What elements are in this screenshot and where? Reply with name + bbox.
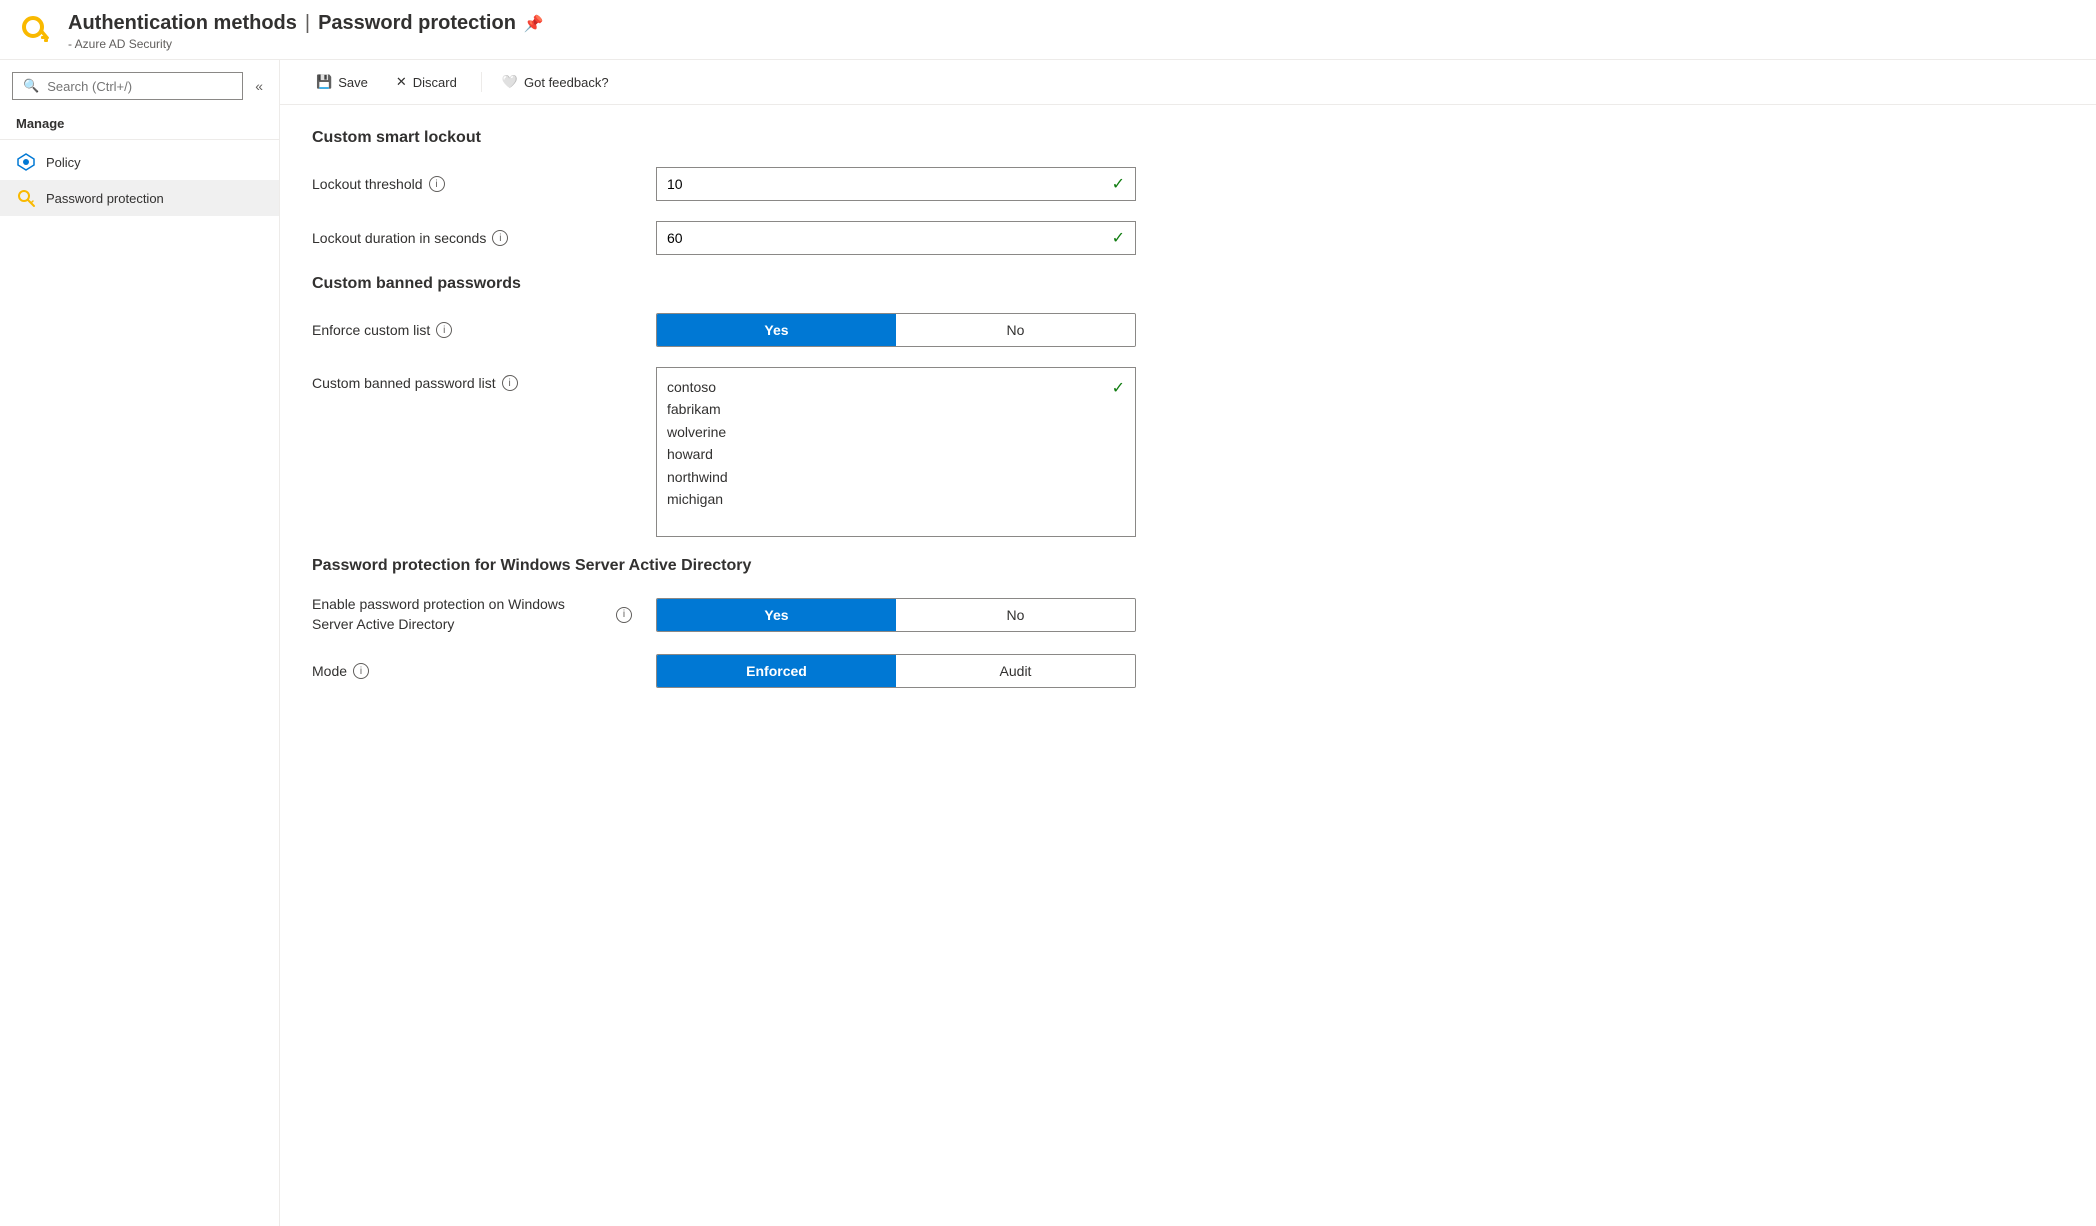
sidebar-manage-label: Manage <box>0 108 279 140</box>
header: Authentication methods | Password protec… <box>0 0 2096 60</box>
custom-banned-passwords-title: Custom banned passwords <box>312 275 1248 293</box>
lockout-duration-control: ✓ <box>656 221 1136 255</box>
content-area: 💾 Save ✕ Discard 🤍 Got feedback? Custom … <box>280 60 2096 1226</box>
feedback-label: Got feedback? <box>524 75 609 90</box>
enforce-custom-list-label: Enforce custom list i <box>312 322 632 338</box>
sidebar: 🔍 « Manage Policy <box>0 60 280 1226</box>
main-layout: 🔍 « Manage Policy <box>0 60 2096 1226</box>
mode-control: Enforced Audit <box>656 654 1136 688</box>
pin-icon[interactable]: 📌 <box>524 14 544 34</box>
lockout-duration-input-wrapper: ✓ <box>656 221 1136 255</box>
lockout-threshold-row: Lockout threshold i ✓ <box>312 167 1248 201</box>
policy-icon <box>16 152 36 172</box>
content-body: Custom smart lockout Lockout threshold i… <box>280 105 1280 732</box>
lockout-threshold-info-icon[interactable]: i <box>429 176 445 192</box>
lockout-duration-input[interactable] <box>667 230 1104 246</box>
lockout-threshold-check: ✓ <box>1112 174 1125 194</box>
lockout-duration-check: ✓ <box>1112 228 1125 248</box>
banned-password-list-check: ✓ <box>1112 378 1125 398</box>
enforce-custom-list-row: Enforce custom list i Yes No <box>312 313 1248 347</box>
sidebar-item-policy-label: Policy <box>46 155 81 170</box>
collapse-sidebar-button[interactable]: « <box>251 74 267 98</box>
list-item: northwind <box>667 466 1104 488</box>
banned-password-list-row: Custom banned password list i contoso fa… <box>312 367 1248 537</box>
list-item: wolverine <box>667 421 1104 443</box>
header-title-block: Authentication methods | Password protec… <box>68 12 544 51</box>
search-box-wrapper: 🔍 <box>12 72 243 100</box>
mode-label: Mode i <box>312 663 632 679</box>
toolbar: 💾 Save ✕ Discard 🤍 Got feedback? <box>280 60 2096 105</box>
save-button[interactable]: 💾 Save <box>304 68 380 96</box>
header-separator: | <box>305 12 310 35</box>
enforce-custom-list-toggle: Yes No <box>656 313 1136 347</box>
enable-windows-protection-row: Enable password protection on Windows Se… <box>312 595 1248 634</box>
mode-info-icon[interactable]: i <box>353 663 369 679</box>
banned-password-list-info-icon[interactable]: i <box>502 375 518 391</box>
lockout-duration-info-icon[interactable]: i <box>492 230 508 246</box>
discard-icon: ✕ <box>396 74 407 90</box>
feedback-icon: 🤍 <box>502 74 518 90</box>
header-page-name: Password protection <box>318 12 516 35</box>
enforce-custom-list-control: Yes No <box>656 313 1136 347</box>
discard-label: Discard <box>413 75 457 90</box>
app-container: Authentication methods | Password protec… <box>0 0 2096 1226</box>
custom-smart-lockout-title: Custom smart lockout <box>312 129 1248 147</box>
search-icon: 🔍 <box>23 78 39 94</box>
save-icon: 💾 <box>316 74 332 90</box>
enable-windows-protection-label: Enable password protection on Windows Se… <box>312 595 632 634</box>
toolbar-separator <box>481 72 482 92</box>
password-protection-icon <box>16 188 36 208</box>
mode-toggle: Enforced Audit <box>656 654 1136 688</box>
lockout-threshold-label: Lockout threshold i <box>312 176 632 192</box>
banned-password-list-label: Custom banned password list i <box>312 367 632 391</box>
mode-audit-button[interactable]: Audit <box>896 655 1135 687</box>
enable-windows-protection-no-button[interactable]: No <box>896 599 1135 631</box>
sidebar-item-password-protection[interactable]: Password protection <box>0 180 279 216</box>
enforce-custom-list-yes-button[interactable]: Yes <box>657 314 896 346</box>
list-item: contoso <box>667 376 1104 398</box>
banned-password-list-control: contoso fabrikam wolverine howard northw… <box>656 367 1136 537</box>
mode-row: Mode i Enforced Audit <box>312 654 1248 688</box>
banned-password-list-content: contoso fabrikam wolverine howard northw… <box>667 376 1104 510</box>
mode-enforced-button[interactable]: Enforced <box>657 655 896 687</box>
enable-windows-protection-info-icon[interactable]: i <box>616 607 632 623</box>
windows-protection-title: Password protection for Windows Server A… <box>312 557 1248 575</box>
sidebar-item-policy[interactable]: Policy <box>0 144 279 180</box>
lockout-threshold-control: ✓ <box>656 167 1136 201</box>
header-subtitle: - Azure AD Security <box>68 37 544 51</box>
save-label: Save <box>338 75 368 90</box>
app-icon <box>20 14 56 50</box>
list-item: fabrikam <box>667 398 1104 420</box>
lockout-threshold-input-wrapper: ✓ <box>656 167 1136 201</box>
enable-windows-protection-yes-button[interactable]: Yes <box>657 599 896 631</box>
list-item: michigan <box>667 488 1104 510</box>
list-item: howard <box>667 443 1104 465</box>
feedback-button[interactable]: 🤍 Got feedback? <box>494 68 617 96</box>
sidebar-item-password-protection-label: Password protection <box>46 191 164 206</box>
search-input[interactable] <box>47 79 232 94</box>
enforce-custom-list-info-icon[interactable]: i <box>436 322 452 338</box>
search-area: 🔍 « <box>0 68 279 108</box>
header-title: Authentication methods | Password protec… <box>68 12 544 35</box>
lockout-duration-label: Lockout duration in seconds i <box>312 230 632 246</box>
discard-button[interactable]: ✕ Discard <box>384 68 469 96</box>
lockout-threshold-input[interactable] <box>667 176 1104 192</box>
banned-password-list-textarea[interactable]: contoso fabrikam wolverine howard northw… <box>656 367 1136 537</box>
lockout-duration-row: Lockout duration in seconds i ✓ <box>312 221 1248 255</box>
enable-windows-protection-control: Yes No <box>656 598 1136 632</box>
enforce-custom-list-no-button[interactable]: No <box>896 314 1135 346</box>
header-app-name: Authentication methods <box>68 12 297 35</box>
enable-windows-protection-toggle: Yes No <box>656 598 1136 632</box>
